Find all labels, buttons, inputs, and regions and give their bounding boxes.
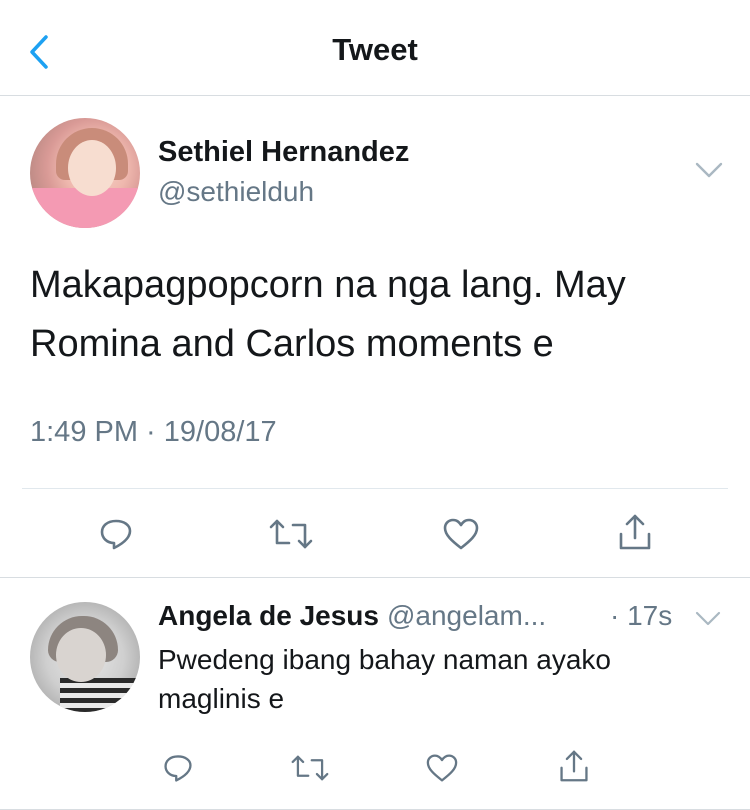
- share-button[interactable]: [556, 746, 592, 786]
- share-icon: [619, 514, 651, 550]
- author-name[interactable]: Sethiel Hernandez: [158, 136, 409, 169]
- tweet-text: Makapagpopcorn na nga lang. May Romina a…: [30, 256, 710, 374]
- share-icon: [560, 750, 588, 782]
- reply-button[interactable]: [96, 514, 136, 554]
- retweet-icon: [269, 519, 313, 549]
- avatar[interactable]: [30, 602, 140, 712]
- reply-text-line: maglinis e: [158, 683, 285, 714]
- heart-icon: [426, 754, 458, 782]
- reply-header: Angela de Jesus @angelam... · 17s: [158, 600, 718, 640]
- retweet-button[interactable]: [290, 750, 330, 786]
- reply-text-line: Pwedeng ibang bahay naman ayako: [158, 644, 612, 675]
- retweet-icon: [291, 755, 329, 781]
- retweet-button[interactable]: [268, 514, 314, 554]
- reply-time: · 17s: [610, 600, 673, 631]
- reply-icon: [100, 519, 132, 550]
- reply-options-button[interactable]: [694, 608, 722, 630]
- nav-bar: Tweet: [0, 0, 750, 96]
- tweet-text-line: Makapagpopcorn na nga lang. May: [30, 264, 626, 306]
- reply-author-name[interactable]: Angela de Jesus: [158, 600, 379, 631]
- reply-text: Pwedeng ibang bahay naman ayako maglinis…: [158, 640, 698, 718]
- reply-tweet[interactable]: Angela de Jesus @angelam... · 17s Pwedeng…: [0, 578, 750, 810]
- main-tweet: Sethiel Hernandez @sethielduh Makapagpop…: [0, 96, 750, 578]
- share-button[interactable]: [614, 510, 656, 554]
- reply-author-handle[interactable]: @angelam...: [387, 600, 546, 631]
- tweet-text-line: Romina and Carlos moments e: [30, 323, 554, 365]
- chevron-down-icon: [695, 162, 723, 178]
- like-button[interactable]: [424, 750, 460, 786]
- tweet-options-button[interactable]: [694, 158, 724, 182]
- avatar[interactable]: [30, 118, 140, 228]
- heart-icon: [443, 518, 479, 550]
- like-button[interactable]: [440, 514, 482, 554]
- divider: [22, 488, 728, 489]
- chevron-down-icon: [695, 611, 721, 626]
- page-title: Tweet: [332, 32, 418, 67]
- tweet-timestamp: 1:49 PM · 19/08/17: [30, 416, 277, 448]
- author-handle[interactable]: @sethielduh: [158, 176, 314, 208]
- reply-button[interactable]: [160, 750, 196, 786]
- reply-icon: [164, 755, 192, 782]
